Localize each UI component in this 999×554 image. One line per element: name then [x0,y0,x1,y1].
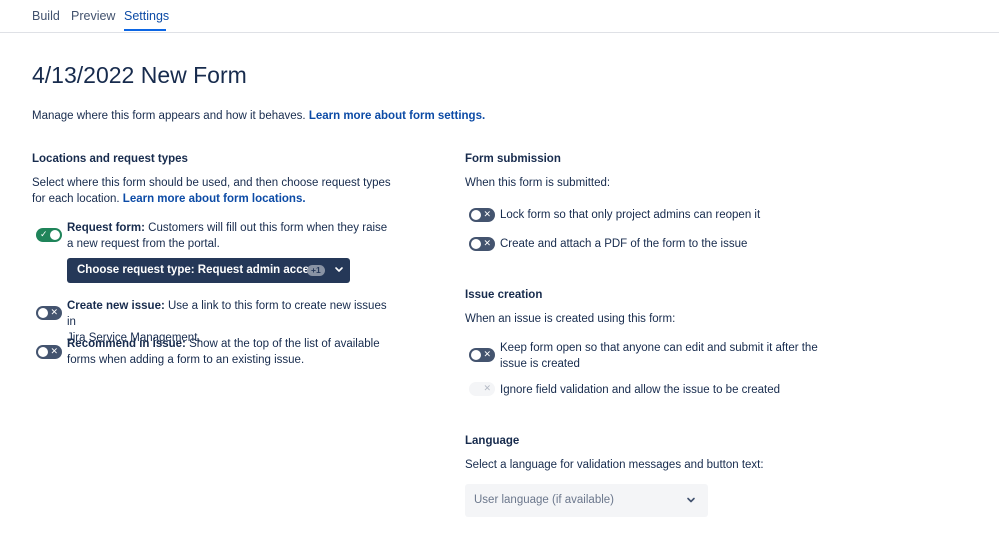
toggle-knob [38,347,48,357]
language-select[interactable]: User language (if available) [465,484,708,517]
close-icon: ✕ [483,350,491,360]
request-form-desc-line1: Customers will fill out this form when t… [148,222,388,234]
locations-description-line2: for each location. [32,193,120,205]
close-icon: ✕ [50,347,58,357]
form-locations-link[interactable]: Learn more about form locations. [123,193,306,205]
toggle-knob [471,239,481,249]
chevron-down-icon [335,267,343,272]
request-form-title: Request form: [67,222,145,234]
language-heading: Language [465,435,520,447]
tab-preview[interactable]: Preview [71,9,115,23]
attach-pdf-label: Create and attach a PDF of the form to t… [500,238,748,250]
attach-pdf-toggle[interactable]: ✕ [469,237,495,251]
active-tab-indicator [124,29,166,31]
request-form-option: Request form: Customers will fill out th… [67,220,397,252]
form-submission-description: When this form is submitted: [465,177,611,189]
request-form-toggle[interactable]: ✓ [36,228,62,242]
recommend-in-issue-title: Recommend in issue: [67,338,186,350]
form-submission-heading: Form submission [465,153,561,165]
intro-description: Manage where this form appears and how i… [32,110,306,122]
ignore-validation-label: Ignore field validation and allow the is… [500,384,781,396]
keep-form-open-toggle[interactable]: ✕ [469,348,495,362]
toggle-knob [471,210,481,220]
request-form-desc-line2: a new request from the portal. [67,238,220,250]
lock-form-toggle[interactable]: ✕ [469,208,495,222]
choose-request-type-button[interactable]: Choose request type: Request admin acces… [67,258,350,283]
toggle-knob [471,384,481,394]
language-select-value: User language (if available) [474,494,614,506]
locations-description: Select where this form should be used, a… [32,175,412,207]
toggle-knob [50,230,60,240]
recommend-in-issue-toggle[interactable]: ✕ [36,345,62,359]
keep-form-open-option: Keep form open so that anyone can edit a… [500,340,840,372]
close-icon: ✕ [483,384,491,394]
request-type-count-badge: +1 [307,265,325,276]
language-description: Select a language for validation message… [465,459,764,471]
tab-settings[interactable]: Settings [124,9,169,23]
create-new-issue-title: Create new issue: [67,300,165,312]
close-icon: ✕ [483,210,491,220]
close-icon: ✕ [483,239,491,249]
recommend-in-issue-option: Recommend in issue: Show at the top of t… [67,336,397,368]
intro-text: Manage where this form appears and how i… [32,110,485,122]
recommend-in-issue-desc-line1: Show at the top of the list of available [189,338,380,350]
lock-form-label: Lock form so that only project admins ca… [500,209,761,221]
toggle-knob [471,350,481,360]
chevron-down-icon [687,497,695,503]
request-type-label: Choose request type: Request admin acces… [77,264,322,276]
recommend-in-issue-desc-line2: forms when adding a form to an existing … [67,354,305,366]
toggle-knob [38,308,48,318]
ignore-validation-toggle: ✕ [469,382,495,396]
keep-form-open-line1: Keep form open so that anyone can edit a… [500,342,818,354]
locations-heading: Locations and request types [32,153,188,165]
form-settings-link[interactable]: Learn more about form settings. [309,110,485,122]
issue-creation-heading: Issue creation [465,289,543,301]
keep-form-open-line2: issue is created [500,358,580,370]
close-icon: ✕ [50,308,58,318]
check-icon: ✓ [40,230,48,240]
issue-creation-description: When an issue is created using this form… [465,313,676,325]
tab-build[interactable]: Build [32,9,60,23]
create-new-issue-toggle[interactable]: ✕ [36,306,62,320]
tab-bar: Build Preview Settings [0,0,999,33]
page-title: 4/13/2022 New Form [32,62,247,88]
locations-description-line1: Select where this form should be used, a… [32,177,391,189]
